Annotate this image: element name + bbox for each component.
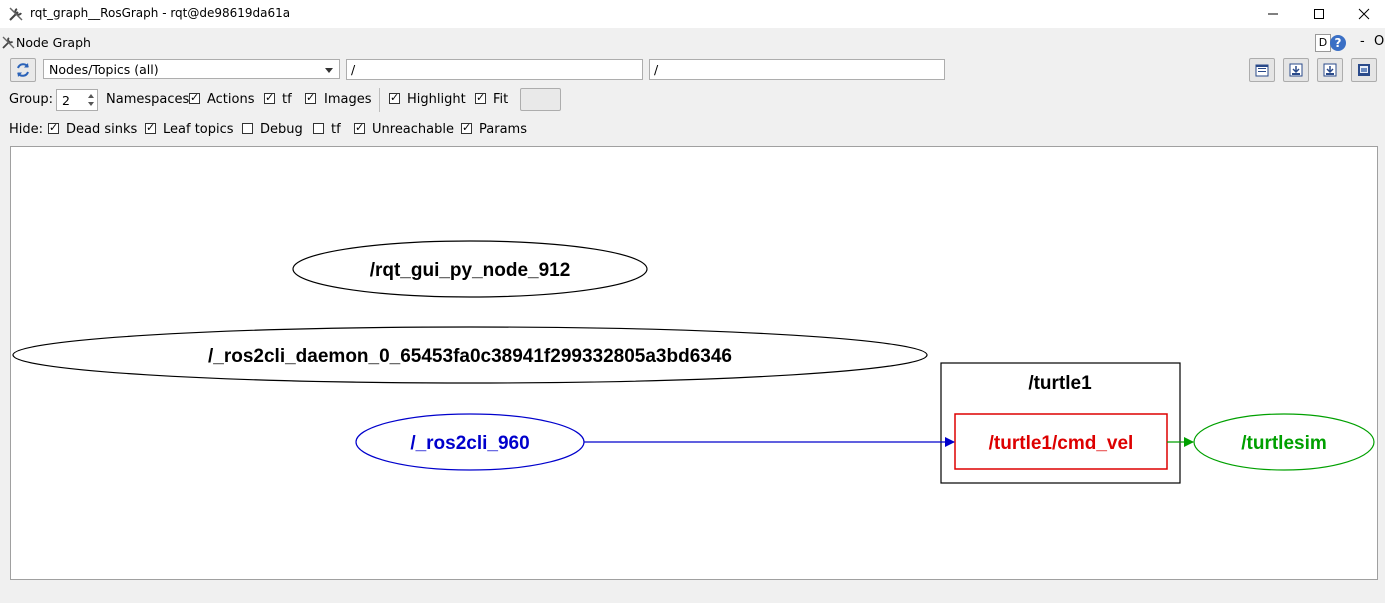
window-title: rqt_graph__RosGraph - rqt@de98619da61a xyxy=(30,6,291,20)
group-value: 2 xyxy=(62,93,70,108)
params-label: Params xyxy=(479,122,527,137)
debug-label: Debug xyxy=(260,122,303,137)
namespaces-label: Namespaces xyxy=(106,92,190,107)
group-label: Group: xyxy=(9,92,53,107)
node-label: /_ros2cli_daemon_0_65453fa0c38941f299332… xyxy=(208,346,732,367)
dock-float-button[interactable]: O xyxy=(1374,34,1384,49)
wrench-icon xyxy=(2,36,15,49)
dead-sinks-checkbox[interactable] xyxy=(48,121,59,135)
highlight-checkbox[interactable] xyxy=(389,91,400,105)
group-spinbox[interactable]: 2 xyxy=(56,89,98,111)
separator xyxy=(379,88,380,112)
actions-label: Actions xyxy=(207,92,255,107)
maximize-icon xyxy=(1314,9,1324,19)
dock-title-bar: Node Graph D ? - O xyxy=(0,33,1385,53)
node-filter-input[interactable] xyxy=(347,60,642,79)
spin-arrows-icon[interactable] xyxy=(86,91,96,109)
chevron-down-icon xyxy=(325,68,333,73)
graph-node-ros2cli-960[interactable]: /_ros2cli_960 xyxy=(355,413,585,471)
namespace-label: /turtle1 xyxy=(1028,373,1092,394)
graph-svg[interactable]: /rqt_gui_py_node_912 /_ros2cli_daemon_0_… xyxy=(11,147,1377,579)
close-icon xyxy=(1358,8,1370,20)
close-button[interactable] xyxy=(1341,0,1385,28)
options-row: Group: 2 Namespaces Actions tf Images Hi… xyxy=(0,88,1385,112)
fit-label: Fit xyxy=(493,92,509,107)
debug-checkbox[interactable] xyxy=(242,123,253,134)
topic-label: /turtle1/cmd_vel xyxy=(989,433,1134,454)
refresh-button[interactable] xyxy=(10,58,36,82)
graph-node-ros2cli-daemon[interactable]: /_ros2cli_daemon_0_65453fa0c38941f299332… xyxy=(12,326,928,384)
graph-topic-cmd-vel[interactable]: /turtle1/cmd_vel xyxy=(954,413,1168,470)
dock-minimize-button[interactable]: - xyxy=(1360,34,1365,49)
hide-row: Hide: Dead sinks Leaf topics Debug tf Un… xyxy=(0,118,1385,140)
graph-canvas[interactable]: /rqt_gui_py_node_912 /_ros2cli_daemon_0_… xyxy=(10,146,1378,580)
graph-type-combo[interactable]: Nodes/Topics (all) xyxy=(43,59,340,79)
help-button[interactable]: ? xyxy=(1330,35,1346,51)
node-filter-field[interactable] xyxy=(346,59,643,80)
save-svg-button[interactable] xyxy=(1317,58,1343,82)
node-label: /turtlesim xyxy=(1241,433,1327,454)
graph-node-rqt-gui[interactable]: /rqt_gui_py_node_912 xyxy=(292,240,648,298)
title-bar: rqt_graph__RosGraph - rqt@de98619da61a xyxy=(0,0,1385,28)
hide-label: Hide: xyxy=(9,122,44,137)
save-dot-icon xyxy=(1289,63,1303,77)
hide-tf-label: tf xyxy=(331,122,341,137)
tf-label: tf xyxy=(282,92,292,107)
images-checkbox[interactable] xyxy=(305,91,316,105)
params-checkbox[interactable] xyxy=(461,121,472,135)
save-dot-button[interactable] xyxy=(1283,58,1309,82)
minimize-icon xyxy=(1268,13,1278,15)
toolbar-row: Nodes/Topics (all) xyxy=(0,57,1385,83)
leaf-topics-label: Leaf topics xyxy=(163,122,234,137)
save-image-button[interactable] xyxy=(1351,58,1377,82)
load-dot-button[interactable] xyxy=(1249,58,1275,82)
fit-in-view-button[interactable] xyxy=(520,88,561,111)
unreachable-checkbox[interactable] xyxy=(354,121,365,135)
graph-node-turtlesim[interactable]: /turtlesim xyxy=(1193,413,1375,471)
unreachable-label: Unreachable xyxy=(372,122,454,137)
node-label: /_ros2cli_960 xyxy=(410,433,529,454)
refresh-icon xyxy=(17,63,29,77)
minimize-button[interactable] xyxy=(1250,0,1296,28)
hide-tf-checkbox[interactable] xyxy=(313,123,324,134)
graph-type-value: Nodes/Topics (all) xyxy=(49,62,159,77)
leaf-topics-checkbox[interactable] xyxy=(145,121,156,135)
topic-filter-field[interactable] xyxy=(649,59,945,80)
actions-checkbox[interactable] xyxy=(189,91,200,105)
dock-title: Node Graph xyxy=(16,35,91,50)
tf-checkbox[interactable] xyxy=(264,91,275,105)
load-icon xyxy=(1255,64,1269,77)
node-label: /rqt_gui_py_node_912 xyxy=(370,260,571,281)
dead-sinks-label: Dead sinks xyxy=(66,122,138,137)
wrench-icon xyxy=(9,7,23,21)
images-label: Images xyxy=(324,92,372,107)
dock-d-button[interactable]: D xyxy=(1315,34,1331,52)
fit-checkbox[interactable] xyxy=(475,91,486,105)
topic-filter-input[interactable] xyxy=(650,60,944,79)
save-svg-icon xyxy=(1323,63,1337,77)
maximize-button[interactable] xyxy=(1296,0,1342,28)
highlight-label: Highlight xyxy=(407,92,466,107)
save-image-icon xyxy=(1358,64,1370,76)
